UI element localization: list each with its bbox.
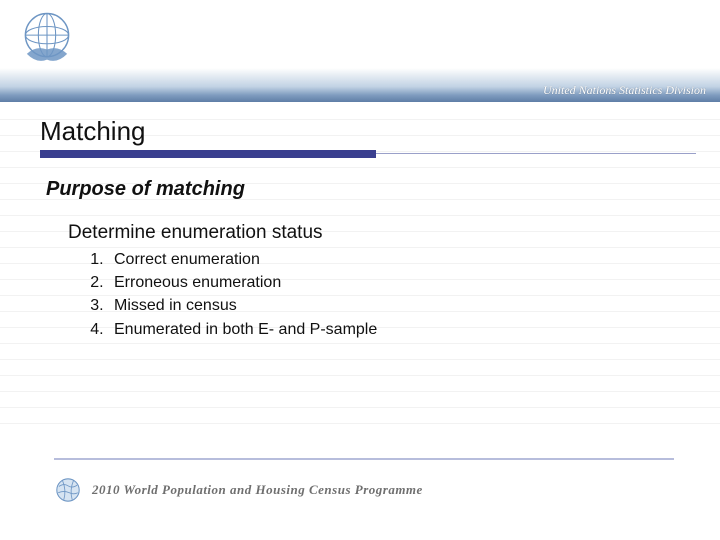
list-item: Erroneous enumeration xyxy=(108,271,377,294)
title-underline-thin xyxy=(376,153,696,154)
footer-programme-text: 2010 World Population and Housing Census… xyxy=(92,482,423,498)
list-item: Correct enumeration xyxy=(108,248,377,271)
globe-icon xyxy=(54,476,82,504)
header-band: United Nations Statistics Division xyxy=(0,68,720,102)
slide-subtitle: Purpose of matching xyxy=(46,178,245,201)
un-emblem-icon xyxy=(8,2,86,74)
slide-title: Matching xyxy=(40,116,146,147)
slide: United Nations Statistics Division Match… xyxy=(0,0,720,540)
list-item: Enumerated in both E- and P-sample xyxy=(108,318,377,341)
footer: 2010 World Population and Housing Census… xyxy=(54,476,423,504)
enumeration-status-list: Correct enumeration Erroneous enumeratio… xyxy=(82,248,377,341)
title-underline-thick xyxy=(40,150,376,158)
section-heading: Determine enumeration status xyxy=(68,222,323,244)
list-item: Missed in census xyxy=(108,294,377,317)
footer-separator xyxy=(54,458,674,460)
header-org-text: United Nations Statistics Division xyxy=(543,83,706,98)
